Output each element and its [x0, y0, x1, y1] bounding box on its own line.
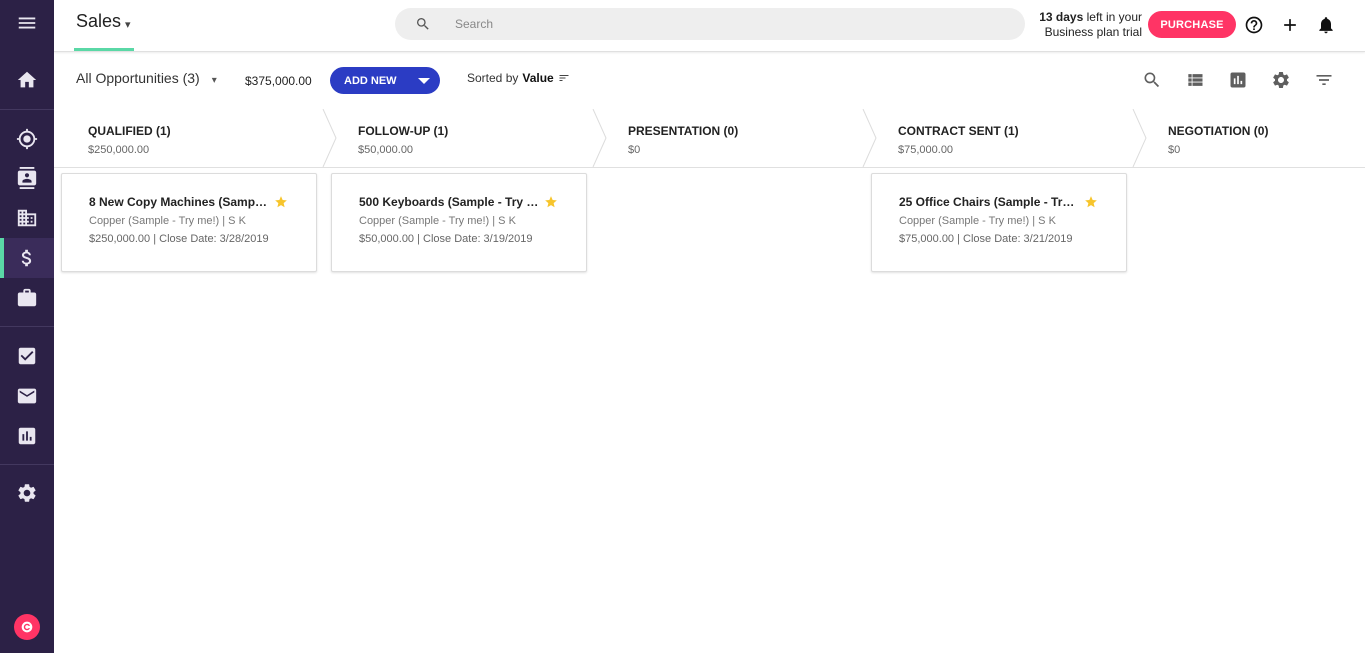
projects-icon[interactable] — [0, 278, 54, 318]
page-title-dropdown[interactable]: Sales ▾ — [76, 11, 131, 32]
card-title[interactable]: 500 Keyboards (Sample - Try m... — [359, 195, 539, 209]
pipeline-total: $375,000.00 — [245, 74, 312, 88]
trial-days: 13 days — [1039, 10, 1084, 24]
star-icon[interactable] — [274, 195, 288, 209]
card-company: Copper (Sample - Try me!) | S K — [359, 215, 516, 227]
star-icon[interactable] — [544, 195, 558, 209]
search-input[interactable] — [455, 17, 955, 31]
chart-view-icon[interactable] — [1227, 69, 1249, 91]
card-meta: $250,000.00 | Close Date: 3/28/2019 — [89, 233, 269, 245]
purchase-button[interactable]: PURCHASE — [1148, 11, 1236, 38]
stage-name: FOLLOW-UP (1) — [358, 124, 449, 138]
card-meta: $75,000.00 | Close Date: 3/21/2019 — [899, 233, 1073, 245]
stage-follow-up[interactable]: FOLLOW-UP (1) $50,000.00 — [324, 109, 594, 167]
opportunity-card[interactable]: 500 Keyboards (Sample - Try m... Copper … — [331, 173, 587, 272]
sort-icon — [559, 75, 569, 81]
tasks-icon[interactable] — [0, 336, 54, 376]
star-icon[interactable] — [1084, 195, 1098, 209]
caret-down-icon[interactable] — [418, 77, 430, 84]
search-icon[interactable] — [1141, 69, 1163, 91]
sidebar-divider — [0, 464, 54, 465]
stage-name: PRESENTATION (0) — [628, 124, 739, 138]
opportunity-card[interactable]: 25 Office Chairs (Sample - Try ... Coppe… — [871, 173, 1127, 272]
trial-text-1: left in your — [1083, 10, 1142, 24]
stage-presentation[interactable]: PRESENTATION (0) $0 — [594, 109, 864, 167]
opportunities-icon[interactable] — [0, 238, 54, 278]
menu-icon[interactable] — [0, 3, 54, 43]
sidebar-divider — [0, 109, 54, 110]
stage-amount: $0 — [628, 144, 641, 156]
top-header: Sales ▾ 13 days left in your Business pl… — [54, 0, 1365, 52]
title-underline — [74, 48, 134, 51]
opportunity-card[interactable]: 8 New Copy Machines (Sample ... Copper (… — [61, 173, 317, 272]
app-root: Sales ▾ 13 days left in your Business pl… — [0, 0, 1365, 653]
sidebar — [0, 0, 54, 653]
reports-icon[interactable] — [0, 416, 54, 456]
card-title[interactable]: 8 New Copy Machines (Sample ... — [89, 195, 269, 209]
list-view-icon[interactable] — [1184, 69, 1206, 91]
bell-icon[interactable] — [1315, 14, 1337, 36]
leads-icon[interactable] — [0, 119, 54, 159]
help-icon[interactable] — [1243, 14, 1265, 36]
copper-logo-icon[interactable] — [14, 614, 40, 640]
stage-qualified[interactable]: QUALIFIED (1) $250,000.00 — [54, 109, 324, 167]
settings-icon[interactable] — [0, 473, 54, 513]
sorted-value: Value — [522, 71, 554, 85]
toolbar: All Opportunities (3) ▾ $375,000.00 ADD … — [54, 53, 1365, 109]
stage-amount: $75,000.00 — [898, 144, 954, 156]
card-meta: $50,000.00 | Close Date: 3/19/2019 — [359, 233, 533, 245]
companies-icon[interactable] — [0, 198, 54, 238]
card-title[interactable]: 25 Office Chairs (Sample - Try ... — [899, 195, 1079, 209]
add-new-label: ADD NEW — [344, 74, 397, 87]
stage-negotiation[interactable]: NEGOTIATION (0) $0 — [1134, 109, 1365, 167]
people-icon[interactable] — [0, 158, 54, 198]
stage-name: QUALIFIED (1) — [88, 124, 171, 138]
pipeline-stages: QUALIFIED (1) $250,000.00 FOLLOW-UP (1) … — [54, 108, 1365, 168]
page-title: Sales — [76, 11, 122, 31]
stage-amount: $0 — [1168, 144, 1181, 156]
chevron-down-icon: ▾ — [211, 74, 217, 86]
sorted-prefix: Sorted by — [467, 71, 519, 85]
gear-icon[interactable] — [1270, 69, 1292, 91]
stage-name: NEGOTIATION (0) — [1168, 124, 1269, 138]
stage-name: CONTRACT SENT (1) — [898, 124, 1019, 138]
stage-contract-sent[interactable]: CONTRACT SENT (1) $75,000.00 — [864, 109, 1134, 167]
view-selector[interactable]: All Opportunities (3) ▾ — [76, 70, 217, 86]
stage-amount: $50,000.00 — [358, 144, 414, 156]
card-company: Copper (Sample - Try me!) | S K — [89, 215, 246, 227]
add-icon[interactable] — [1279, 14, 1301, 36]
email-icon[interactable] — [0, 376, 54, 416]
stage-amount: $250,000.00 — [88, 144, 150, 156]
trial-notice: 13 days left in your Business plan trial — [1030, 10, 1142, 40]
chevron-down-icon: ▾ — [125, 19, 131, 31]
search-bar[interactable] — [395, 8, 1025, 40]
view-selector-label: All Opportunities (3) — [76, 70, 200, 86]
filter-icon[interactable] — [1313, 69, 1335, 91]
sort-selector[interactable]: Sorted by Value — [467, 71, 570, 85]
add-new-button[interactable]: ADD NEW — [330, 67, 440, 94]
sidebar-divider — [0, 326, 54, 327]
trial-text-2: Business plan trial — [1044, 25, 1142, 39]
card-company: Copper (Sample - Try me!) | S K — [899, 215, 1056, 227]
home-icon[interactable] — [0, 60, 54, 100]
search-icon — [417, 18, 429, 30]
